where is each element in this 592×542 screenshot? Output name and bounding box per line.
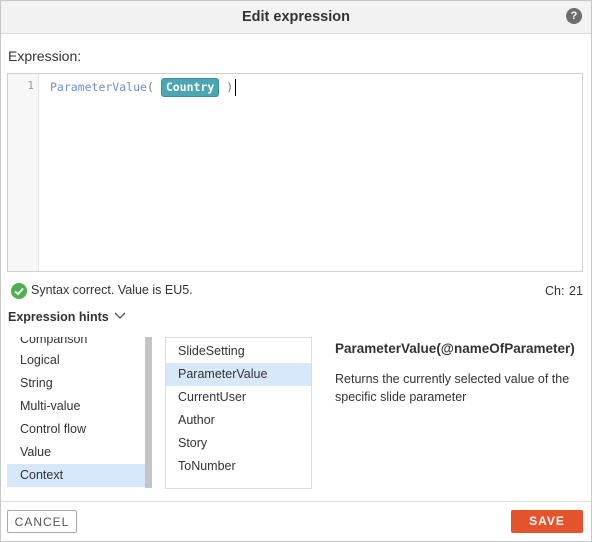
chevron-down-icon[interactable] xyxy=(113,309,127,328)
function-item[interactable]: ParameterValue xyxy=(166,363,311,386)
parameter-token[interactable]: Country xyxy=(160,78,220,97)
function-item[interactable]: Story xyxy=(166,432,311,455)
expression-label: Expression: xyxy=(8,48,82,64)
expression-editor[interactable]: 1 ParameterValue( Country ) xyxy=(7,73,583,272)
dialog-title: Edit expression xyxy=(242,9,350,25)
expression-hints-toggle[interactable]: Expression hints xyxy=(8,310,109,324)
function-token: ParameterValue xyxy=(50,80,147,94)
category-item[interactable]: Multi-value xyxy=(7,395,145,418)
save-button[interactable]: SAVE xyxy=(511,510,583,533)
cancel-button[interactable]: CANCEL xyxy=(7,510,77,533)
scrollbar-thumb[interactable] xyxy=(145,337,152,488)
open-paren: ( xyxy=(146,80,154,94)
function-description: Returns the currently selected value of … xyxy=(335,372,570,404)
category-item[interactable]: Context xyxy=(7,464,145,487)
category-scrollbar[interactable] xyxy=(145,337,152,488)
editor-gutter: 1 xyxy=(8,74,39,271)
category-item[interactable]: Logical xyxy=(7,349,145,372)
category-item[interactable]: Control flow xyxy=(7,418,145,441)
char-count-value: 21 xyxy=(569,284,583,298)
code-line[interactable]: ParameterValue( Country ) xyxy=(50,78,237,97)
category-list[interactable]: Comparison Logical String Multi-value Co… xyxy=(7,337,152,488)
function-item[interactable]: CurrentUser xyxy=(166,386,311,409)
category-item[interactable]: Value xyxy=(7,441,145,464)
text-cursor xyxy=(235,79,237,96)
line-number: 1 xyxy=(27,79,34,92)
help-icon[interactable]: ? xyxy=(566,8,582,24)
function-item[interactable]: SlideSetting xyxy=(166,340,311,363)
syntax-status: Syntax correct. Value is EU5. xyxy=(31,283,193,297)
dialog-title-bar: Edit expression ? xyxy=(1,1,591,34)
category-item[interactable]: String xyxy=(7,372,145,395)
close-paren: ) xyxy=(226,80,234,94)
function-list[interactable]: SlideSetting ParameterValue CurrentUser … xyxy=(165,337,312,489)
check-circle-icon xyxy=(11,283,27,299)
function-signature: ParameterValue(@nameOfParameter) xyxy=(335,341,575,356)
function-item[interactable]: ToNumber xyxy=(166,455,311,478)
footer-divider xyxy=(1,501,591,502)
edit-expression-dialog: Edit expression ? Expression: 1 Paramete… xyxy=(0,0,592,542)
function-item[interactable]: Author xyxy=(166,409,311,432)
char-count-label: Ch: xyxy=(545,284,565,298)
